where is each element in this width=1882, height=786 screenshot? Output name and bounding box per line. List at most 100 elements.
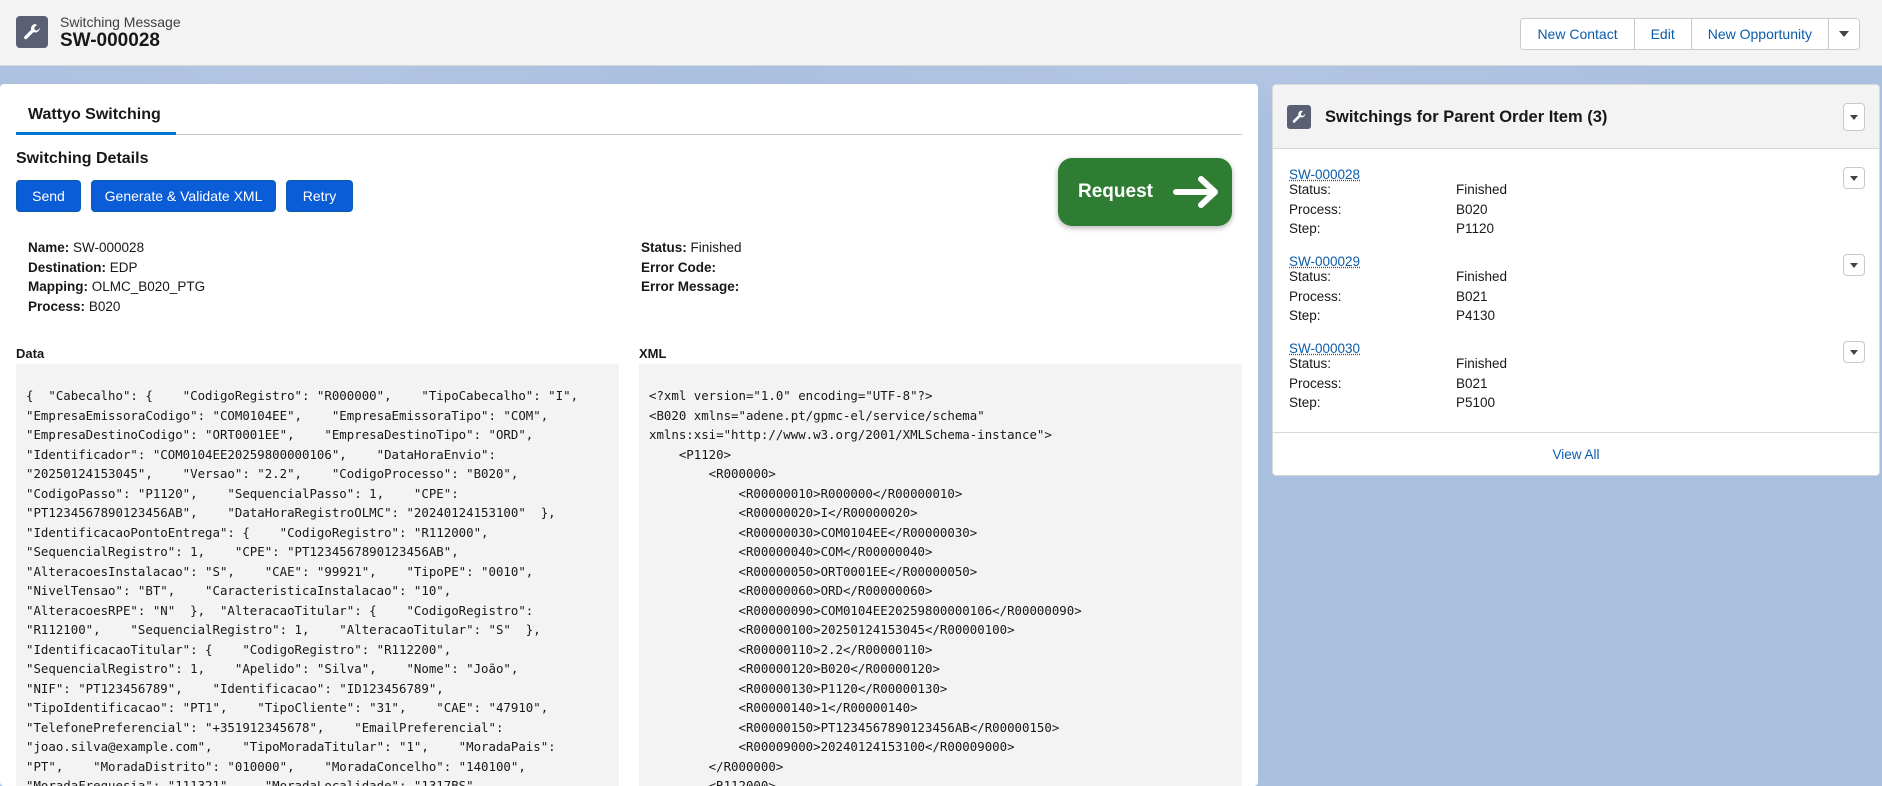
error-code-field: Error Code: <box>641 260 716 275</box>
code-line: <R00000110>2.2</R00000110> <box>649 640 1232 660</box>
code-line: "EmpresaDestinoCodigo": "ORT0001EE", "Em… <box>26 425 609 445</box>
new-opportunity-button[interactable]: New Opportunity <box>1692 19 1829 49</box>
wrench-icon <box>1287 105 1311 129</box>
code-line: "IdentificacaoPontoEntrega": { "CodigoRe… <box>26 523 609 543</box>
code-line: "IdentificacaoTitular": { "CodigoRegistr… <box>26 640 609 660</box>
code-line: <R112000> <box>649 776 1232 786</box>
row-actions-button[interactable] <box>1843 341 1865 363</box>
list-item: SW-000028 Status: Finished Process: B020 S… <box>1289 167 1859 241</box>
request-label: Request <box>1078 181 1153 203</box>
code-line: <R00000090>COM0104EE20259800000106</R000… <box>649 601 1232 621</box>
error-message-field: Error Message: <box>641 279 739 294</box>
mapping-field: Mapping: OLMC_B020_PTG <box>28 279 205 294</box>
send-button[interactable]: Send <box>16 180 81 212</box>
related-list-menu-button[interactable] <box>1843 103 1865 131</box>
code-line: </R000000> <box>649 757 1232 777</box>
code-line: <R000000> <box>649 464 1232 484</box>
code-line: <R00000020>I</R00000020> <box>649 503 1232 523</box>
code-line: "R112100", "SequencialRegistro": 1, "Alt… <box>26 620 609 640</box>
status-field: Status: Finished <box>641 240 742 255</box>
arrow-right-icon <box>1173 174 1221 210</box>
code-line: "CodigoPasso": "P1120", "SequencialPasso… <box>26 484 609 504</box>
related-switchings-card: Switchings for Parent Order Item (3) SW-… <box>1272 84 1880 476</box>
xml-viewer[interactable]: <?xml version="1.0" encoding="UTF-8"?> <B… <box>639 364 1242 786</box>
code-line: <R00000120>B020</R00000120> <box>649 659 1232 679</box>
chevron-down-icon <box>1850 115 1858 120</box>
code-line: "PT1234567890123456AB", "DataHoraRegistr… <box>26 503 609 523</box>
code-line: <P1120> <box>649 445 1232 465</box>
destination-field: Destination: EDP <box>28 260 138 275</box>
name-field: Name: SW-000028 <box>28 240 144 255</box>
wrench-icon <box>16 16 48 48</box>
code-line: "AlteracoesInstalacao": "S", "CAE": "999… <box>26 562 609 582</box>
retry-button[interactable]: Retry <box>286 180 353 212</box>
chevron-down-icon <box>1839 31 1849 37</box>
code-line: <?xml version="1.0" encoding="UTF-8"?> <box>649 386 1232 406</box>
code-line: <R00000150>PT1234567890123456AB</R000001… <box>649 718 1232 738</box>
step-row: Step: P4130 <box>1289 308 1859 328</box>
data-label: Data <box>16 346 44 361</box>
object-label: Switching Message <box>60 14 181 30</box>
row-actions-button[interactable] <box>1843 167 1865 189</box>
code-line: <R00000010>R000000</R00000010> <box>649 484 1232 504</box>
code-line: "NivelTensao": "BT", "CaracteristicaInst… <box>26 581 609 601</box>
switching-card: Wattyo Switching Switching Details Send … <box>0 84 1258 786</box>
code-line: "TelefonePreferencial": "+351912345678",… <box>26 718 609 738</box>
edit-button[interactable]: Edit <box>1635 19 1692 49</box>
code-line: "MoradaFreguesia": "111321", "MoradaLoca… <box>26 776 609 786</box>
code-line: <R00009000>20240124153100</R00009000> <box>649 737 1232 757</box>
related-list-title[interactable]: Switchings for Parent Order Item (3) <box>1325 108 1607 127</box>
new-contact-button[interactable]: New Contact <box>1521 19 1634 49</box>
tab-active-indicator <box>16 132 176 135</box>
code-line: <R00000030>COM0104EE</R00000030> <box>649 523 1232 543</box>
chevron-down-icon <box>1850 350 1858 355</box>
code-line: "PT", "MoradaDistrito": "010000", "Morad… <box>26 757 609 777</box>
more-actions-button[interactable] <box>1829 19 1859 49</box>
code-line: <R00000050>ORT0001EE</R00000050> <box>649 562 1232 582</box>
code-line: <R00000040>COM</R00000040> <box>649 542 1232 562</box>
list-item: SW-000029 Status: Finished Process: B021 S… <box>1289 254 1859 328</box>
row-actions-button[interactable] <box>1843 254 1865 276</box>
record-title: SW-000028 <box>60 30 160 52</box>
chevron-down-icon <box>1850 263 1858 268</box>
record-link[interactable]: SW-000028 <box>1289 167 1859 182</box>
code-line: "EmpresaEmissoraCodigo": "COM0104EE", "E… <box>26 406 609 426</box>
data-json-viewer[interactable]: { "Cabecalho": { "CodigoRegistro": "R000… <box>16 364 619 786</box>
code-line: "NIF": "PT123456789", "Identificacao": "… <box>26 679 609 699</box>
code-line: { "Cabecalho": { "CodigoRegistro": "R000… <box>26 386 609 406</box>
process-row: Process: B021 <box>1289 376 1859 396</box>
chevron-down-icon <box>1850 176 1858 181</box>
code-line: "TipoIdentificacao": "PT1", "TipoCliente… <box>26 698 609 718</box>
code-line: <B020 xmlns="adene.pt/gpmc-el/service/sc… <box>649 406 1232 426</box>
record-header: Switching Message SW-000028 New Contact … <box>0 0 1882 66</box>
code-line: <R00000100>20250124153045</R00000100> <box>649 620 1232 640</box>
request-badge: Request <box>1058 158 1232 226</box>
code-line: "SequencialRegistro": 1, "Apelido": "Sil… <box>26 659 609 679</box>
record-link[interactable]: SW-000030 <box>1289 341 1859 356</box>
tab-divider <box>16 134 1242 135</box>
status-row: Status: Finished <box>1289 356 1859 376</box>
tab-wattyo-switching[interactable]: Wattyo Switching <box>28 106 161 124</box>
process-field: Process: B020 <box>28 299 120 314</box>
status-row: Status: Finished <box>1289 182 1859 202</box>
code-line: "Identificador": "COM0104EE2025980000010… <box>26 445 609 465</box>
step-row: Step: P5100 <box>1289 395 1859 415</box>
code-line: "20250124153045", "Versao": "2.2", "Codi… <box>26 464 609 484</box>
code-line: <R00000140>1</R00000140> <box>649 698 1232 718</box>
list-item: SW-000030 Status: Finished Process: B021 S… <box>1289 341 1859 415</box>
xml-label: XML <box>639 346 666 361</box>
status-row: Status: Finished <box>1289 269 1859 289</box>
code-line: "AlteracoesRPE": "N" }, "AlteracaoTitula… <box>26 601 609 621</box>
process-row: Process: B021 <box>1289 289 1859 309</box>
code-line: <R00000130>P1120</R00000130> <box>649 679 1232 699</box>
process-row: Process: B020 <box>1289 202 1859 222</box>
code-line: xmlns:xsi="http://www.w3.org/2001/XMLSch… <box>649 425 1232 445</box>
related-list-header: Switchings for Parent Order Item (3) <box>1273 85 1879 149</box>
view-all-link[interactable]: View All <box>1273 432 1879 476</box>
step-row: Step: P1120 <box>1289 221 1859 241</box>
section-title: Switching Details <box>16 150 148 168</box>
code-line: "joao.silva@example.com", "TipoMoradaTit… <box>26 737 609 757</box>
code-line: <R00000060>ORD</R00000060> <box>649 581 1232 601</box>
generate-validate-xml-button[interactable]: Generate & Validate XML <box>91 180 276 212</box>
record-link[interactable]: SW-000029 <box>1289 254 1859 269</box>
